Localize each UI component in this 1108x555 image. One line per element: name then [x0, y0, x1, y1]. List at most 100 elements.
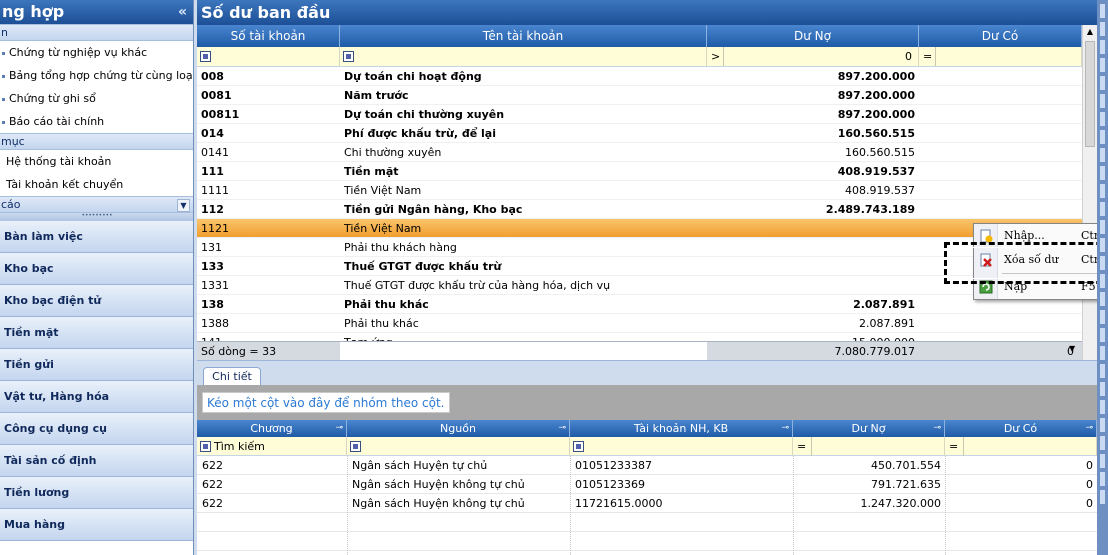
filter-icon[interactable] [350, 441, 361, 452]
dock-tab[interactable] [1100, 148, 1105, 162]
filter-icon[interactable] [343, 51, 354, 62]
filter-cell-account-number[interactable] [197, 47, 340, 66]
nav-button[interactable]: Tài sản cố định [0, 445, 193, 477]
sidebar-group-top[interactable]: n [0, 24, 193, 41]
chevron-down-icon[interactable]: ▼ [1069, 344, 1075, 353]
table-row[interactable]: 138 Phải thu khác 2.087.891 [197, 295, 1082, 314]
pin-icon[interactable]: ⊸ [335, 420, 343, 437]
pin-icon[interactable]: ⊸ [1085, 420, 1093, 437]
scrollbar-vertical[interactable]: ▲ [1082, 25, 1097, 360]
dock-tab[interactable] [1100, 310, 1105, 324]
pin-icon[interactable]: ⊸ [933, 420, 941, 437]
nav-button[interactable]: Tiền lương [0, 477, 193, 509]
dock-tab[interactable] [1100, 256, 1105, 270]
dock-tab[interactable] [1100, 76, 1105, 90]
dock-tab[interactable] [1100, 40, 1105, 54]
table-row[interactable]: 622 Ngân sách Huyện không tự chủ 010512336… [197, 475, 1097, 494]
dock-tab[interactable] [1100, 202, 1105, 216]
filter-cell-debit[interactable]: = [793, 437, 945, 456]
dock-tab[interactable] [1100, 220, 1105, 234]
chevron-down-icon[interactable]: ▼ [177, 199, 190, 212]
sidebar-item[interactable]: Chứng từ ghi sổ [0, 87, 193, 110]
dock-tab[interactable] [1100, 364, 1105, 378]
dock-tab[interactable] [1100, 130, 1105, 144]
sidebar-group-cao[interactable]: cáo ▼ [0, 196, 193, 213]
scroll-thumb[interactable] [1085, 41, 1095, 147]
table-row[interactable]: 622 Ngân sách Huyện tự chủ 01051233387 450.… [197, 456, 1097, 475]
filter-cell-debit[interactable]: > 0 [707, 47, 919, 66]
filter-icon[interactable] [200, 51, 211, 62]
table-row[interactable]: 1111 Tiền Việt Nam 408.919.537 [197, 181, 1082, 200]
dock-tab[interactable] [1100, 58, 1105, 72]
filter-operator[interactable]: = [923, 47, 932, 66]
table-row[interactable]: 00811 Dự toán chi thường xuyên 897.200.000 [197, 105, 1082, 124]
dock-tab[interactable] [1100, 292, 1105, 306]
dock-tab[interactable] [1100, 346, 1105, 360]
dock-tab[interactable] [1100, 472, 1105, 486]
table-row[interactable]: 0141 Chi thường xuyên 160.560.515 [197, 143, 1082, 162]
dock-tab[interactable] [1100, 454, 1105, 468]
nav-button[interactable]: Công cụ dụng cụ [0, 413, 193, 445]
table-row[interactable]: 111 Tiền mặt 408.919.537 [197, 162, 1082, 181]
dock-tab[interactable] [1100, 490, 1105, 504]
filter-cell-account-name[interactable] [340, 47, 707, 66]
sidebar-item[interactable]: Bảng tổng hợp chứng từ cùng loại [0, 64, 193, 87]
sidebar-item[interactable]: Hệ thống tài khoản [0, 150, 193, 173]
filter-cell-credit[interactable]: = [919, 47, 1082, 66]
column-header-account-name[interactable]: Tên tài khoản [340, 25, 707, 47]
tab-details[interactable]: Chi tiết [203, 367, 261, 386]
dock-tab[interactable] [1100, 238, 1105, 252]
table-row[interactable]: 1121 Tiền Việt Nam [197, 219, 1082, 238]
sidebar-item[interactable]: Tài khoản kết chuyển [0, 173, 193, 196]
sidebar-splitter[interactable]: • • • • • • • • • [0, 213, 193, 221]
dock-tab[interactable] [1100, 94, 1105, 108]
column-header-bank-account[interactable]: Tài khoản NH, KB ⊸ [570, 420, 793, 437]
dock-tab[interactable] [1100, 328, 1105, 342]
filter-icon[interactable] [573, 441, 584, 452]
scroll-up-icon[interactable]: ▲ [1083, 25, 1097, 39]
dock-tab[interactable] [1100, 418, 1105, 432]
pin-icon[interactable]: ⊸ [781, 420, 789, 437]
collapse-icon[interactable]: « [178, 0, 187, 24]
dock-tab[interactable] [1100, 112, 1105, 126]
column-header-credit[interactable]: Dư Có [919, 25, 1082, 47]
column-header-credit[interactable]: Dư Có ⊸ [945, 420, 1097, 437]
sidebar-group-muc[interactable]: mục [0, 133, 193, 150]
table-row[interactable]: 0081 Năm trước 897.200.000 [197, 86, 1082, 105]
nav-button[interactable]: Mua hàng [0, 509, 193, 541]
nav-button[interactable]: Tiền gửi [0, 349, 193, 381]
filter-operator[interactable]: > [711, 47, 720, 66]
dock-tab[interactable] [1100, 400, 1105, 414]
filter-operator[interactable]: = [949, 437, 958, 456]
dock-tab[interactable] [1100, 184, 1105, 198]
dock-tab[interactable] [1100, 166, 1105, 180]
table-row[interactable]: 014 Phí được khấu trừ, để lại 160.560.515 [197, 124, 1082, 143]
column-header-debit[interactable]: Dư Nợ [707, 25, 919, 47]
search-filter[interactable]: Tìm kiếm [197, 437, 347, 456]
column-header-account-number[interactable]: Số tài khoản [197, 25, 340, 47]
column-header-chapter[interactable]: Chương ⊸ [197, 420, 347, 437]
sidebar-item[interactable]: Báo cáo tài chính [0, 110, 193, 133]
sidebar-item[interactable]: Chứng từ nghiệp vụ khác [0, 41, 193, 64]
table-row[interactable]: 622 Ngân sách Huyện không tự chủ 11721615.… [197, 494, 1097, 513]
nav-button[interactable]: Kho bạc điện tử [0, 285, 193, 317]
filter-operator[interactable]: = [797, 437, 806, 456]
dock-tab[interactable] [1100, 22, 1105, 36]
filter-cell-credit[interactable]: = [945, 437, 1097, 456]
nav-button[interactable]: Kho bạc [0, 253, 193, 285]
filter-cell-bank-account[interactable] [570, 437, 793, 456]
filter-icon[interactable] [200, 441, 211, 452]
filter-cell-source[interactable] [347, 437, 570, 456]
table-row[interactable]: 141 Tạm ứng15.000.000 [197, 333, 1082, 341]
filter-value[interactable]: 0 [905, 47, 912, 66]
dock-tab[interactable] [1100, 4, 1105, 18]
dock-tab[interactable] [1100, 382, 1105, 396]
pin-icon[interactable]: ⊸ [558, 420, 566, 437]
table-row[interactable]: 1388 Phải thu khác 2.087.891 [197, 314, 1082, 333]
nav-button[interactable]: Tiền mặt [0, 317, 193, 349]
dock-tab[interactable] [1100, 436, 1105, 450]
dock-tab[interactable] [1100, 274, 1105, 288]
column-header-debit[interactable]: Dư Nợ ⊸ [793, 420, 945, 437]
table-row[interactable]: 008 Dự toán chi hoạt động 897.200.000 [197, 67, 1082, 86]
table-row[interactable]: 112 Tiền gửi Ngân hàng, Kho bạc 2.489.743.… [197, 200, 1082, 219]
